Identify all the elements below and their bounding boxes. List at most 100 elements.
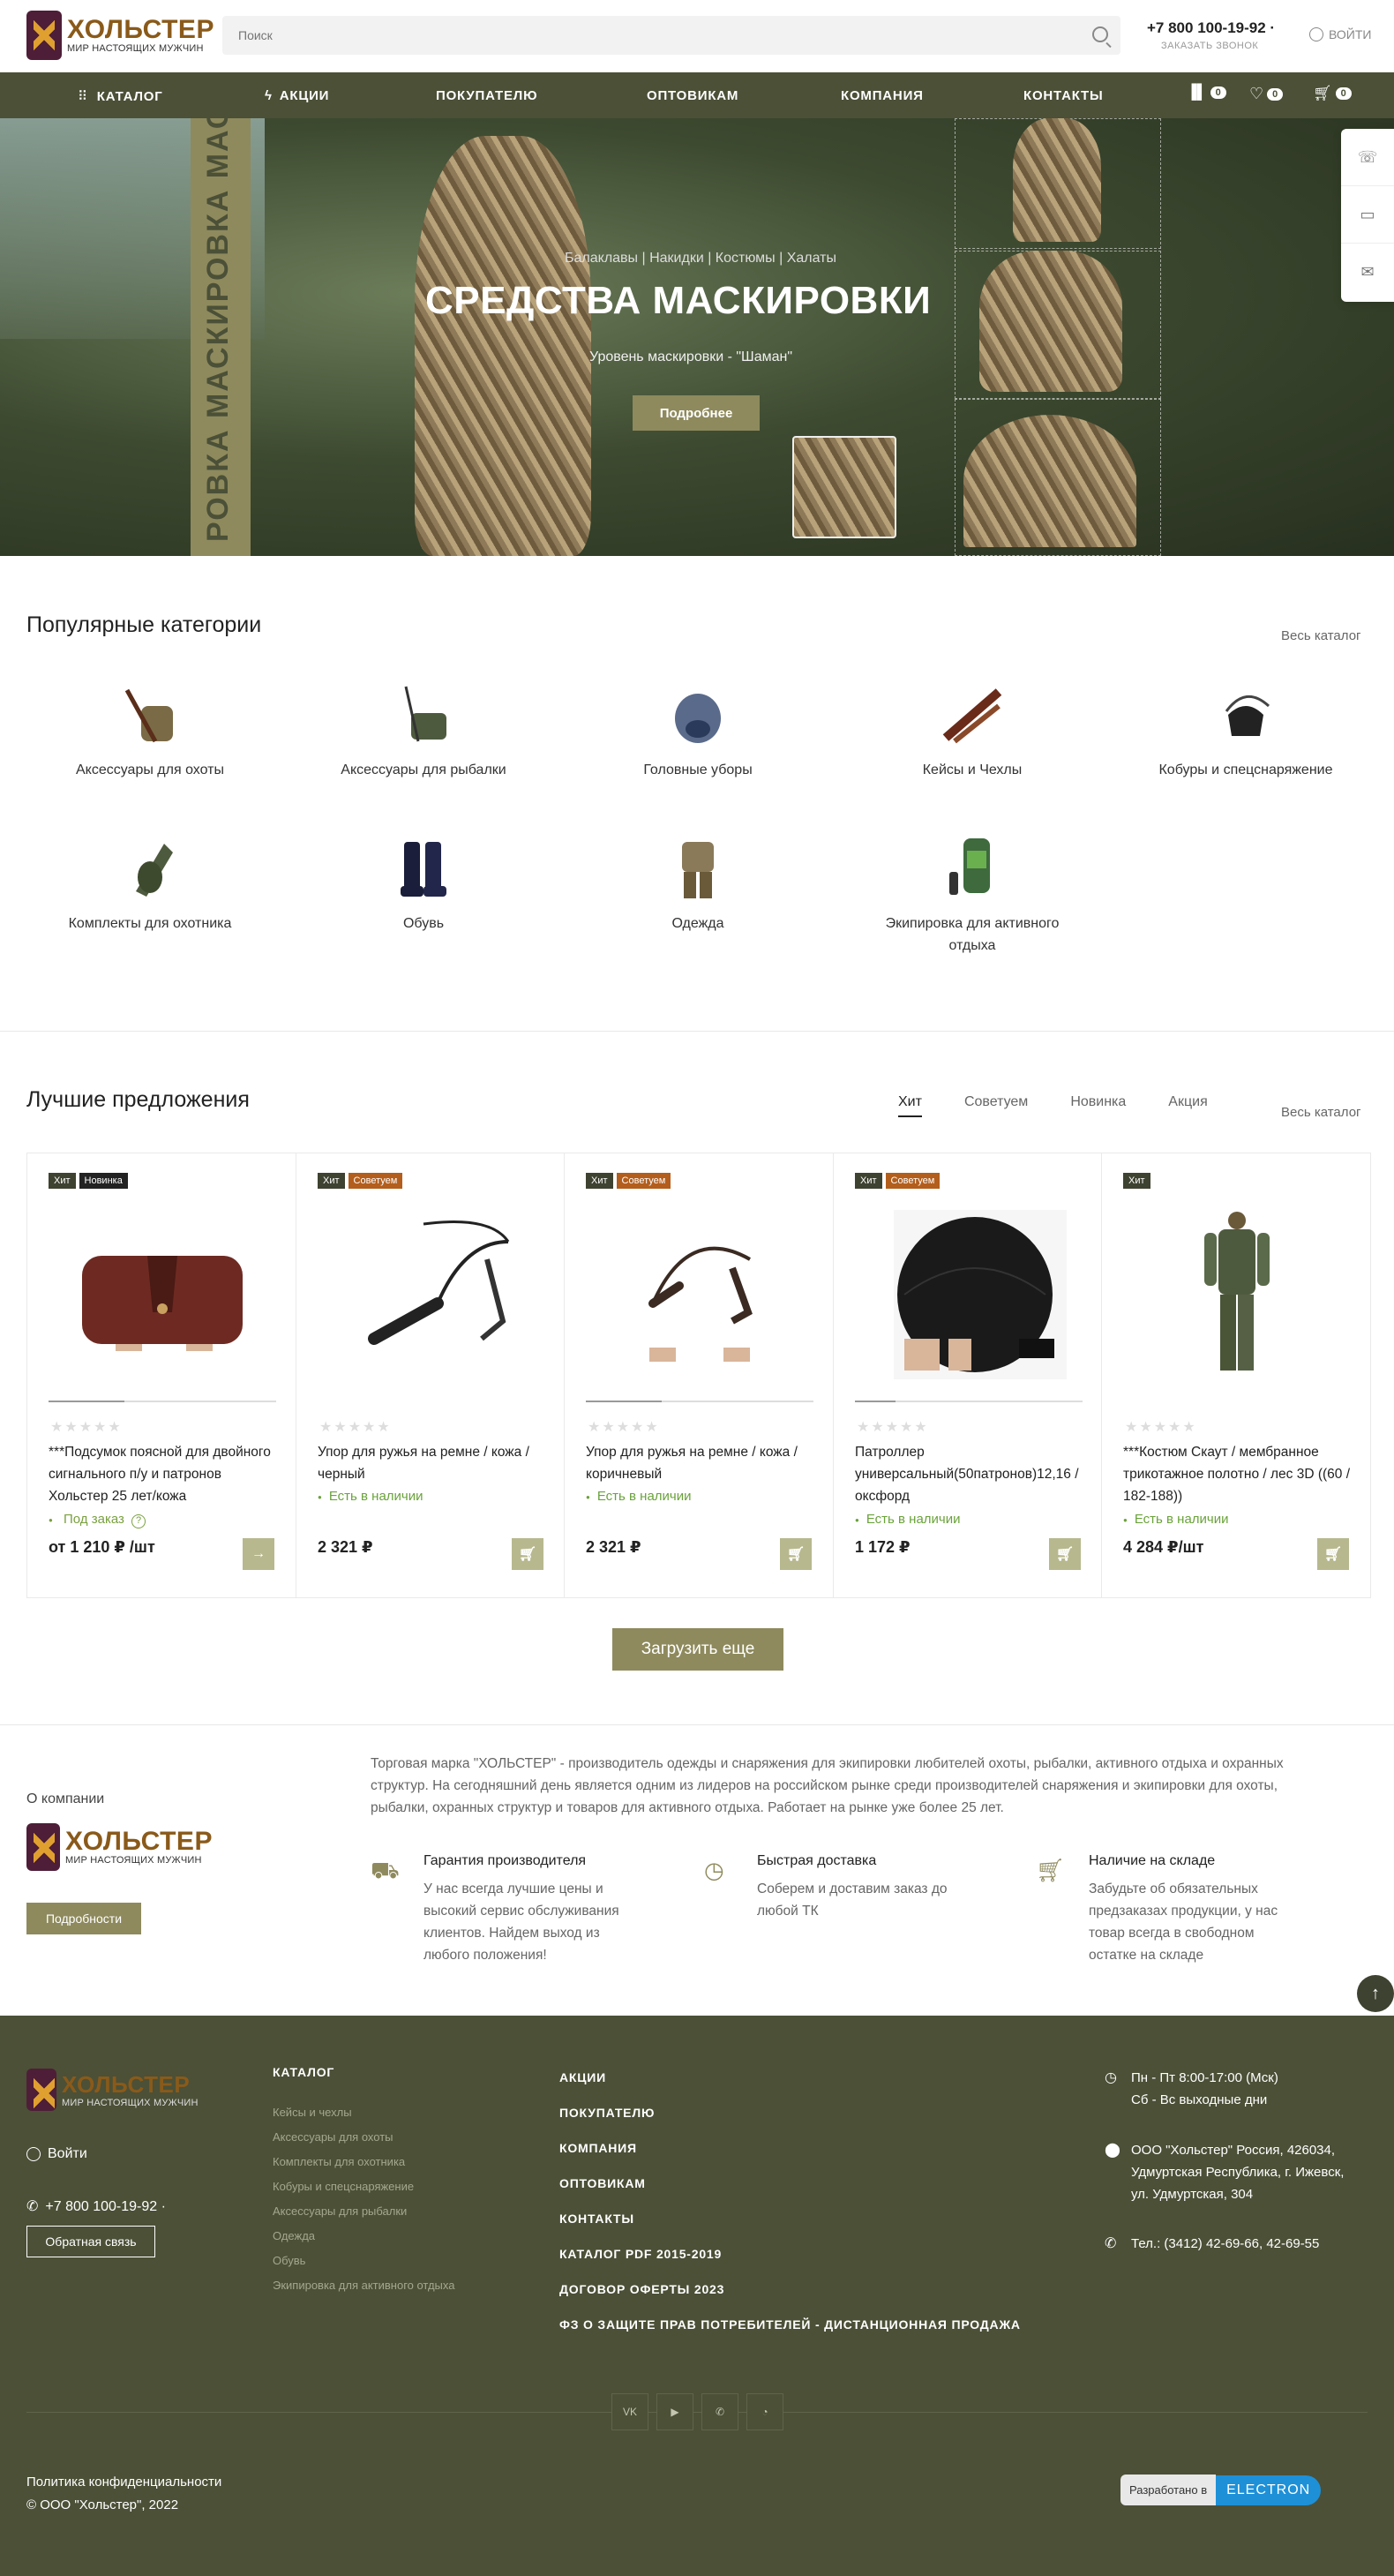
product-name[interactable]: ***Костюм Скаут / мембранное трикотажное… xyxy=(1123,1441,1354,1507)
tab-recommended[interactable]: Советуем xyxy=(964,1094,1028,1117)
product-card[interactable]: Хит Новинка ★★★★★ ***Подсумок поясной дл… xyxy=(26,1153,296,1598)
image-pager xyxy=(49,1401,276,1402)
product-card[interactable]: Хит Советуем ★★★★★ Патроллер универсальн… xyxy=(833,1153,1103,1598)
footer-menu-link[interactable]: КАТАЛОГ PDF 2015-2019 xyxy=(559,2247,722,2261)
nav-company[interactable]: КОМПАНИЯ xyxy=(841,88,924,103)
add-to-cart-button[interactable]: 🛒︎ xyxy=(512,1538,543,1570)
add-to-cart-button[interactable]: 🛒︎ xyxy=(1317,1538,1349,1570)
footer-menu-link[interactable]: КОМПАНИЯ xyxy=(559,2141,637,2155)
product-card[interactable]: Хит ★★★★★ ***Костюм Скаут / мембранное т… xyxy=(1101,1153,1371,1598)
footer-logo[interactable]: ХОЛЬСТЕР МИР НАСТОЯЩИХ МУЖЧИН xyxy=(26,2069,199,2111)
logo[interactable]: ХОЛЬСТЕР МИР НАСТОЯЩИХ МУЖЧИН xyxy=(26,11,214,60)
tent-image xyxy=(963,415,1136,547)
category-footwear[interactable]: Обувь xyxy=(322,833,525,935)
about-details-button[interactable]: Подробности xyxy=(26,1903,141,1934)
developed-by-label: Разработано в xyxy=(1120,2475,1217,2505)
footer-catalog-link[interactable]: Аксессуары для рыбалки xyxy=(273,2204,407,2218)
nav-buyers[interactable]: ПОКУПАТЕЛЮ xyxy=(436,88,537,103)
footer-catalog-link[interactable]: Экипировка для активного отдыха xyxy=(273,2279,454,2292)
product-name[interactable]: Упор для ружья на ремне / кожа / черный xyxy=(318,1441,549,1485)
footer-menu-link[interactable]: ОПТОВИКАМ xyxy=(559,2176,646,2190)
category-image xyxy=(663,680,733,750)
category-fishing-accessories[interactable]: Аксессуары для рыбалки xyxy=(322,680,525,781)
cart-button[interactable]: 🛒︎ 0 xyxy=(1313,85,1352,102)
vk-icon[interactable]: VK xyxy=(611,2393,648,2430)
footer-catalog-link[interactable]: Аксессуары для охоты xyxy=(273,2130,393,2144)
developer-badge[interactable]: Разработано в ELECTRON xyxy=(1120,2475,1322,2505)
search-input[interactable] xyxy=(222,16,1069,55)
footer-menu-link[interactable]: АКЦИИ xyxy=(559,2070,606,2084)
whatsapp-icon[interactable]: ◔ xyxy=(746,2393,783,2430)
hero-details-button[interactable]: Подробнее xyxy=(633,395,760,431)
cart-icon: 🛒︎ xyxy=(1313,85,1332,101)
category-clothing[interactable]: Одежда xyxy=(596,833,799,935)
footer-menu-link[interactable]: ПОКУПАТЕЛЮ xyxy=(559,2106,655,2120)
add-to-cart-button[interactable]: 🛒︎ xyxy=(780,1538,812,1570)
product-name[interactable]: Патроллер универсальный(50патронов)12,16… xyxy=(855,1441,1086,1507)
category-holsters[interactable]: Кобуры и спецснаряжение xyxy=(1144,680,1347,781)
nav-contacts[interactable]: КОНТАКТЫ xyxy=(1023,88,1103,103)
search-icon[interactable] xyxy=(1092,26,1108,42)
rating-stars: ★★★★★ xyxy=(319,1420,392,1435)
mail-icon[interactable]: ✉ xyxy=(1341,244,1394,301)
feedback-button[interactable]: Обратная связь xyxy=(26,2226,155,2257)
product-tags: Хит Советуем xyxy=(855,1173,941,1189)
main-nav: ⠿ КАТАЛОГ ϟ АКЦИИ ПОКУПАТЕЛЮ ОПТОВИКАМ КОМ… xyxy=(0,72,1394,118)
footer-catalog-link[interactable]: Одежда xyxy=(273,2229,315,2242)
phone-icon[interactable]: ☏ xyxy=(1341,129,1394,186)
category-hunting-accessories[interactable]: Аксессуары для охоты xyxy=(49,680,251,781)
tag-hit: Хит xyxy=(1123,1173,1150,1189)
footer-login-link[interactable]: Войти xyxy=(26,2146,87,2162)
product-image[interactable] xyxy=(869,1206,1068,1383)
load-more-button[interactable]: Загрузить еще xyxy=(612,1628,783,1671)
footer-menu-link[interactable]: КОНТАКТЫ xyxy=(559,2212,634,2226)
tab-promo[interactable]: Акция xyxy=(1168,1094,1207,1117)
privacy-link[interactable]: Политика конфиденциальности xyxy=(26,2475,221,2490)
product-name[interactable]: Упор для ружья на ремне / кожа / коричне… xyxy=(586,1441,817,1485)
scroll-to-top-button[interactable]: ↑ xyxy=(1357,1975,1394,2012)
footer-phone[interactable]: ✆ +7 800 100-19-92 · xyxy=(26,2197,166,2215)
lightning-icon: ϟ xyxy=(265,88,273,103)
details-arrow-button[interactable]: → xyxy=(243,1538,274,1570)
footer-catalog-title[interactable]: КАТАЛОГ xyxy=(273,2065,334,2079)
offers-all-catalog-link[interactable]: Весь каталог xyxy=(1281,1105,1361,1120)
footer-catalog-link[interactable]: Кобуры и спецснаряжение xyxy=(273,2180,414,2193)
nav-wholesale[interactable]: ОПТОВИКАМ xyxy=(647,88,738,103)
category-cases[interactable]: Кейсы и Чехлы xyxy=(871,680,1074,781)
section-divider xyxy=(0,1031,1394,1032)
callback-link[interactable]: ЗАКАЗАТЬ ЗВОНОК xyxy=(1161,41,1258,51)
product-name[interactable]: ***Подсумок поясной для двойного сигналь… xyxy=(49,1441,280,1507)
footer-catalog-link[interactable]: Обувь xyxy=(273,2254,305,2267)
footer-catalog-link[interactable]: Кейсы и чехлы xyxy=(273,2106,352,2119)
footer-catalog-link[interactable]: Комплекты для охотника xyxy=(273,2155,405,2168)
phone-icon: ✆ xyxy=(26,2199,39,2214)
offers-title: Лучшие предложения xyxy=(26,1087,250,1112)
add-to-cart-button[interactable]: 🛒︎ xyxy=(1049,1538,1081,1570)
hero-banner: РОВКА МАСКИРОВКА МАСКИРОВ Балаклавы | На… xyxy=(0,118,1394,556)
product-image[interactable] xyxy=(63,1206,262,1383)
tab-hit[interactable]: Хит xyxy=(898,1094,922,1117)
compare-button[interactable]: ▐▌ 0 xyxy=(1187,85,1226,101)
product-image[interactable] xyxy=(332,1206,531,1383)
category-active-gear[interactable]: Экипировка для активного отдыха xyxy=(871,833,1074,957)
tab-new[interactable]: Новинка xyxy=(1070,1094,1126,1117)
product-card[interactable]: Хит Советуем ★★★★★ Упор для ружья на рем… xyxy=(564,1153,834,1598)
favorites-button[interactable]: ♡ 0 xyxy=(1249,85,1284,103)
category-image xyxy=(937,680,1008,750)
category-hunter-sets[interactable]: Комплекты для охотника xyxy=(49,833,251,935)
footer-menu-link[interactable]: ДОГОВОР ОФЕРТЫ 2023 xyxy=(559,2282,724,2296)
login-link[interactable]: ВОЙТИ xyxy=(1309,27,1371,41)
header-phone[interactable]: +7 800 100-19-92 · xyxy=(1147,19,1275,37)
chat-icon[interactable]: ▭ xyxy=(1341,186,1394,244)
product-image[interactable] xyxy=(600,1206,799,1383)
help-icon[interactable]: ? xyxy=(131,1514,146,1528)
category-headwear[interactable]: Головные уборы xyxy=(596,680,799,781)
all-catalog-link[interactable]: Весь каталог xyxy=(1281,628,1361,643)
footer-menu-link[interactable]: ФЗ О ЗАЩИТЕ ПРАВ ПОТРЕБИТЕЛЕЙ - ДИСТАНЦИ… xyxy=(559,2317,1021,2332)
youtube-icon[interactable]: ▶ xyxy=(656,2393,693,2430)
product-card[interactable]: Хит Советуем ★★★★★ Упор для ружья на рем… xyxy=(296,1153,566,1598)
nav-promotions[interactable]: ϟ АКЦИИ xyxy=(265,88,329,103)
nav-catalog[interactable]: ⠿ КАТАЛОГ xyxy=(78,88,163,104)
product-image[interactable] xyxy=(1137,1206,1337,1383)
viber-icon[interactable]: ✆ xyxy=(701,2393,738,2430)
